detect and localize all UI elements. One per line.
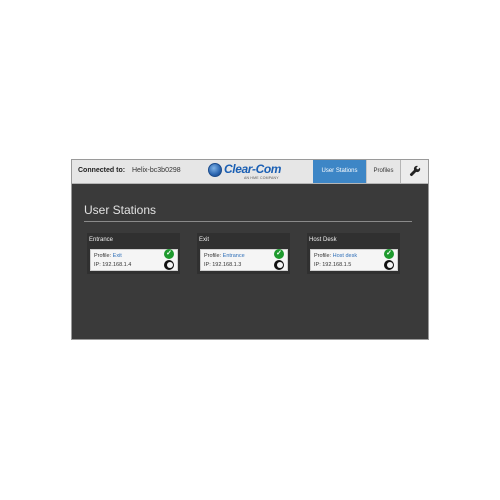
profile-label: Profile: — [204, 253, 222, 259]
profile-label: Profile: — [314, 253, 332, 259]
logo-tagline: AN HME COMPANY — [244, 176, 279, 180]
check-icon: ✓ — [274, 249, 284, 259]
title-divider — [84, 221, 412, 222]
profile-link[interactable]: Host desk — [333, 253, 357, 259]
station-name: Exit — [199, 237, 210, 243]
station-exit[interactable]: Exit Profile: Entrance IP: 192.168.1.3 ✓ — [197, 233, 290, 274]
logo-text: Clear-Com — [224, 162, 282, 176]
station-profile: Profile: Entrance — [204, 253, 245, 259]
connected-device-name: Helix-bc3b0298 — [132, 167, 181, 174]
profile-link[interactable]: Exit — [113, 253, 122, 259]
station-profile: Profile: Host desk — [314, 253, 357, 259]
profile-label: Profile: — [94, 253, 112, 259]
station-card[interactable]: Profile: Host desk IP: 192.168.1.5 ✓ — [310, 249, 398, 271]
wrench-icon — [409, 165, 421, 177]
tab-profiles[interactable]: Profiles — [366, 160, 400, 183]
station-ip: IP: 192.168.1.4 — [94, 262, 132, 268]
top-bar: Connected to: Helix-bc3b0298 Clear-Com A… — [72, 160, 428, 184]
check-icon: ✓ — [384, 249, 394, 259]
profile-link[interactable]: Entrance — [223, 253, 245, 259]
moon-icon — [164, 260, 174, 270]
moon-icon — [384, 260, 394, 270]
station-entrance[interactable]: Entrance Profile: Exit IP: 192.168.1.4 ✓ — [87, 233, 180, 274]
connected-label: Connected to: — [78, 167, 126, 174]
station-card[interactable]: Profile: Exit IP: 192.168.1.4 ✓ — [90, 249, 178, 271]
station-card[interactable]: Profile: Entrance IP: 192.168.1.3 ✓ — [200, 249, 288, 271]
station-profile: Profile: Exit — [94, 253, 122, 259]
page-title: User Stations — [84, 203, 157, 217]
globe-icon — [208, 163, 222, 177]
moon-icon — [274, 260, 284, 270]
station-host-desk[interactable]: Host Desk Profile: Host desk IP: 192.168… — [307, 233, 400, 274]
clear-com-logo: Clear-Com AN HME COMPANY — [208, 162, 298, 181]
settings-button[interactable] — [400, 160, 428, 183]
station-ip: IP: 192.168.1.5 — [314, 262, 352, 268]
check-icon: ✓ — [164, 249, 174, 259]
station-ip: IP: 192.168.1.3 — [204, 262, 242, 268]
station-name: Host Desk — [309, 237, 337, 243]
app-window: Connected to: Helix-bc3b0298 Clear-Com A… — [71, 159, 429, 340]
station-name: Entrance — [89, 237, 114, 243]
tab-user-stations[interactable]: User Stations — [313, 160, 366, 183]
